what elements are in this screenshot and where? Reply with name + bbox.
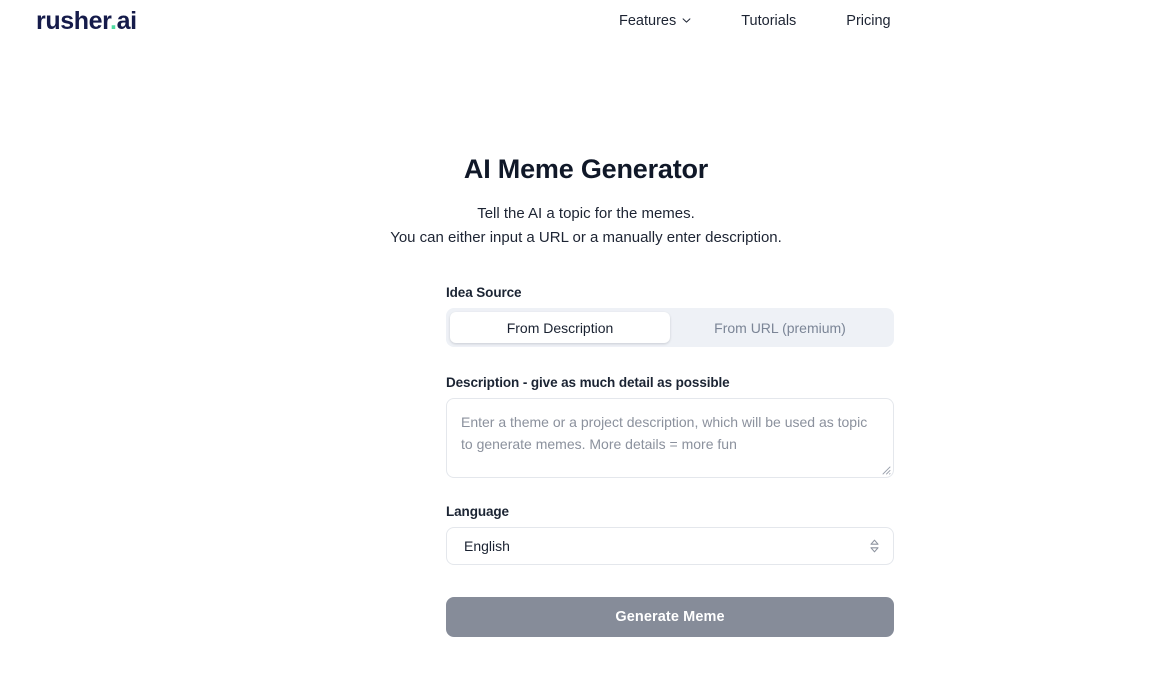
description-label: Description - give as much detail as pos… (446, 375, 730, 390)
language-select-value: English (464, 538, 510, 554)
logo-suffix: ai (116, 7, 137, 35)
language-select[interactable]: English (446, 527, 894, 565)
nav-item-tutorials-label: Tutorials (741, 13, 797, 29)
language-label: Language (446, 504, 509, 519)
page-subtitle: Tell the AI a topic for the memes. You c… (0, 202, 1172, 250)
nav-item-pricing[interactable]: Pricing (832, 10, 904, 32)
site-header: rusher.ai Features Tutorials Pricing (0, 0, 1172, 44)
logo-name: rusher (36, 7, 111, 35)
segment-from-description[interactable]: From Description (450, 312, 670, 343)
nav-item-features[interactable]: Features (605, 10, 705, 32)
description-textarea[interactable]: Enter a theme or a project description, … (446, 398, 894, 478)
description-placeholder: Enter a theme or a project description, … (461, 414, 868, 452)
page-subtitle-line-1: Tell the AI a topic for the memes. (477, 205, 695, 222)
chevron-down-icon (682, 16, 691, 25)
page-root: rusher.ai Features Tutorials Pricing AI … (0, 0, 1172, 697)
segment-from-url[interactable]: From URL (premium) (670, 312, 890, 343)
logo[interactable]: rusher.ai (36, 6, 137, 36)
main-nav: Features Tutorials Pricing (605, 10, 905, 32)
generate-meme-button[interactable]: Generate Meme (446, 597, 894, 637)
nav-item-features-label: Features (619, 13, 677, 29)
idea-source-label: Idea Source (446, 285, 522, 300)
page-title: AI Meme Generator (463, 154, 709, 185)
page-subtitle-line-2: You can either input a URL or a manually… (390, 229, 782, 246)
nav-item-tutorials[interactable]: Tutorials (727, 10, 810, 32)
meme-generator-form: Idea Source From Description From URL (p… (446, 285, 894, 637)
nav-item-pricing-label: Pricing (846, 13, 891, 29)
idea-source-segmented-control: From Description From URL (premium) (446, 308, 894, 347)
select-chevrons-icon (869, 538, 880, 554)
resize-handle-icon[interactable] (880, 464, 891, 475)
